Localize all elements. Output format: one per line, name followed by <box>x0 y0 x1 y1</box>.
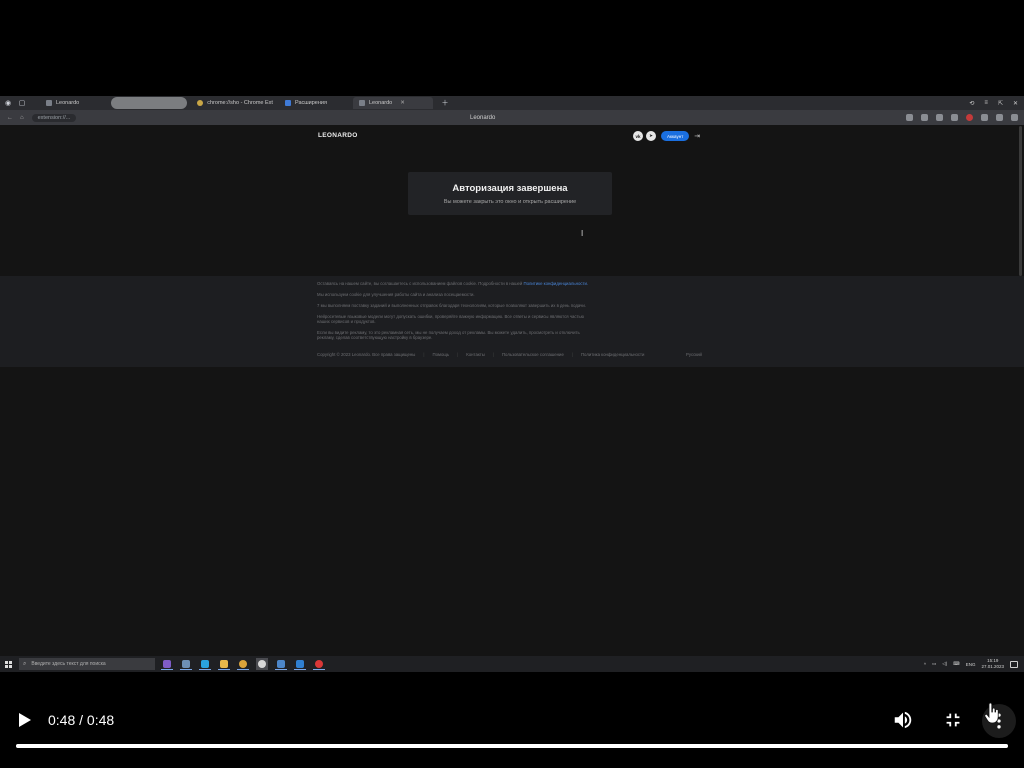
site-header: LEONARDO vk ➤ Аккаунт ⇥ <box>0 125 1024 147</box>
auth-complete-card: Авторизация завершена Вы можете закрыть … <box>408 172 612 215</box>
address-bar: ← ⌂ extension://... Leonardo <box>0 110 1024 125</box>
site-logo[interactable]: LEONARDO <box>318 132 358 139</box>
search-icon: ⌕ <box>23 660 27 667</box>
auth-subtitle: Вы можете закрыть это окно и открыть рас… <box>443 199 577 205</box>
footer-link-help[interactable]: Помощь <box>433 352 450 357</box>
logout-icon[interactable]: ⇥ <box>694 132 700 140</box>
app-vscode-icon[interactable] <box>294 658 306 670</box>
tab-leonardo-active[interactable]: Leonardo ✕ <box>352 97 433 109</box>
tab-extensions[interactable]: Расширения <box>279 97 333 109</box>
menu-icon[interactable]: ≡ <box>984 100 988 107</box>
minimize-icon[interactable]: ⇱ <box>998 100 1003 107</box>
new-tab-icon[interactable]: ＋ <box>439 97 451 109</box>
footer-cookie-line: Оставаясь на нашем сайте, вы соглашаетес… <box>317 281 589 286</box>
video-controls: 0:48 / 0:48 <box>0 690 1024 768</box>
footer-link-contacts[interactable]: Контакты <box>466 352 485 357</box>
tab-chrome-ext[interactable]: chrome://sho - Chrome Ext <box>191 97 279 109</box>
extension-icons <box>906 114 1024 121</box>
social-links: vk ➤ Аккаунт ⇥ <box>633 131 700 141</box>
site-footer: Оставаясь на нашем сайте, вы соглашаетес… <box>0 276 1024 367</box>
app-photos-icon[interactable] <box>275 658 287 670</box>
telegram-icon[interactable]: ➤ <box>646 131 656 141</box>
account-button[interactable]: Аккаунт <box>661 131 690 141</box>
app-explorer-icon[interactable] <box>218 658 230 670</box>
system-tray: ^ ▭ ◁) ⌨ ENG 15:19 27.01.2023 <box>924 658 1024 670</box>
volume-tray-icon[interactable]: ◁) <box>942 661 947 667</box>
windows-start-icon[interactable] <box>5 660 12 668</box>
app-viber-icon[interactable] <box>161 658 173 670</box>
tab-blank[interactable] <box>111 97 188 109</box>
close-window-icon[interactable]: ✕ <box>1013 100 1018 107</box>
footer-line: Мы используем cookie для улучшения работ… <box>317 292 475 297</box>
volume-icon <box>894 711 912 729</box>
tray-chevron-icon[interactable]: ^ <box>924 662 926 667</box>
tab-leonardo-1[interactable]: Leonardo <box>40 97 85 109</box>
app-yandex-icon[interactable] <box>256 658 268 670</box>
footer-line: наших сервисов и продуктов. <box>317 319 376 324</box>
video-player[interactable]: ◉ ▢ Leonardo chrome://sho - Chrome Ext Р… <box>0 0 1024 768</box>
auth-title: Авторизация завершена <box>452 183 568 194</box>
extensions-puzzle-icon[interactable] <box>996 114 1003 121</box>
footer-line: рекламу, сделав соответствующую настройк… <box>317 335 433 340</box>
close-tab-icon[interactable]: ✕ <box>400 100 405 106</box>
recorded-screen: ◉ ▢ Leonardo chrome://sho - Chrome Ext Р… <box>0 96 1024 672</box>
footer-line: 7 мы выполняем поставку заданий и выполн… <box>317 303 587 308</box>
app-telegram-icon[interactable] <box>199 658 211 670</box>
footer-link-privacy[interactable]: Политика конфиденциальности <box>581 352 644 357</box>
browser-logo-icon: ◉ <box>4 100 12 107</box>
taskbar-search-input[interactable]: ⌕ Введите здесь текст для поиска <box>19 658 155 670</box>
vk-icon[interactable]: vk <box>633 131 643 141</box>
puzzle-favicon-icon <box>284 100 291 106</box>
sync-icon[interactable]: ⟲ <box>969 100 974 107</box>
extension-leonardo-icon[interactable] <box>981 114 988 121</box>
privacy-policy-link[interactable]: Политике конфиденциальности. <box>524 281 589 286</box>
footer-link-terms[interactable]: Пользовательское соглашение <box>502 352 564 357</box>
play-button[interactable] <box>14 710 34 730</box>
download-icon[interactable] <box>1011 114 1018 121</box>
tray-language[interactable]: ENG <box>966 662 976 667</box>
exit-fullscreen-button[interactable] <box>942 709 964 731</box>
tray-clock[interactable]: 15:19 27.01.2023 <box>981 658 1004 670</box>
network-icon[interactable]: ▭ <box>932 661 936 667</box>
chrome-favicon-icon <box>197 100 204 106</box>
home-icon[interactable]: ⌂ <box>20 115 24 121</box>
bookmark-icon[interactable] <box>906 114 913 121</box>
copyright: Copyright © 2023 Leonardo. Все права защ… <box>317 352 416 357</box>
time-display: 0:48 / 0:48 <box>48 712 115 728</box>
browser-tab-bar: ◉ ▢ Leonardo chrome://sho - Chrome Ext Р… <box>0 96 1024 110</box>
hand-cursor-icon <box>984 702 999 724</box>
keyboard-icon[interactable]: ⌨ <box>953 661 960 667</box>
reader-icon[interactable] <box>936 114 943 121</box>
sidebar-panel-icon[interactable]: ▢ <box>16 97 28 109</box>
app-monitor-icon[interactable] <box>180 658 192 670</box>
progress-bar[interactable] <box>16 744 1008 748</box>
text-cursor-icon: I <box>581 229 584 238</box>
page-title: Leonardo <box>470 114 496 121</box>
language-selector[interactable]: Русский <box>686 352 702 357</box>
windows-taskbar: ⌕ Введите здесь текст для поиска ^ ▭ ◁) … <box>0 656 1024 672</box>
page-scrollbar[interactable] <box>1019 126 1022 276</box>
notification-icon[interactable] <box>1010 660 1018 668</box>
exit-fullscreen-icon <box>946 713 960 727</box>
back-icon[interactable]: ← <box>7 115 13 121</box>
leonardo-favicon-icon <box>358 100 365 106</box>
leonardo-favicon-icon <box>46 100 52 106</box>
footer-links: Copyright © 2023 Leonardo. Все права защ… <box>317 352 645 357</box>
window-controls: ⟲ ≡ ⇱ ✕ <box>969 100 1024 107</box>
page-content: LEONARDO vk ➤ Аккаунт ⇥ Авторизация заве… <box>0 125 1024 656</box>
app-opera-icon[interactable] <box>313 658 325 670</box>
taskbar-apps <box>161 658 325 670</box>
screenshot-icon[interactable] <box>921 114 928 121</box>
app-chrome-icon[interactable] <box>237 658 249 670</box>
adblock-icon[interactable] <box>951 114 958 121</box>
extension-red-icon[interactable] <box>966 114 973 121</box>
url-field[interactable]: extension://... <box>31 113 77 122</box>
progress-fill <box>16 744 1008 748</box>
volume-button[interactable] <box>892 709 914 731</box>
play-icon <box>19 713 31 727</box>
